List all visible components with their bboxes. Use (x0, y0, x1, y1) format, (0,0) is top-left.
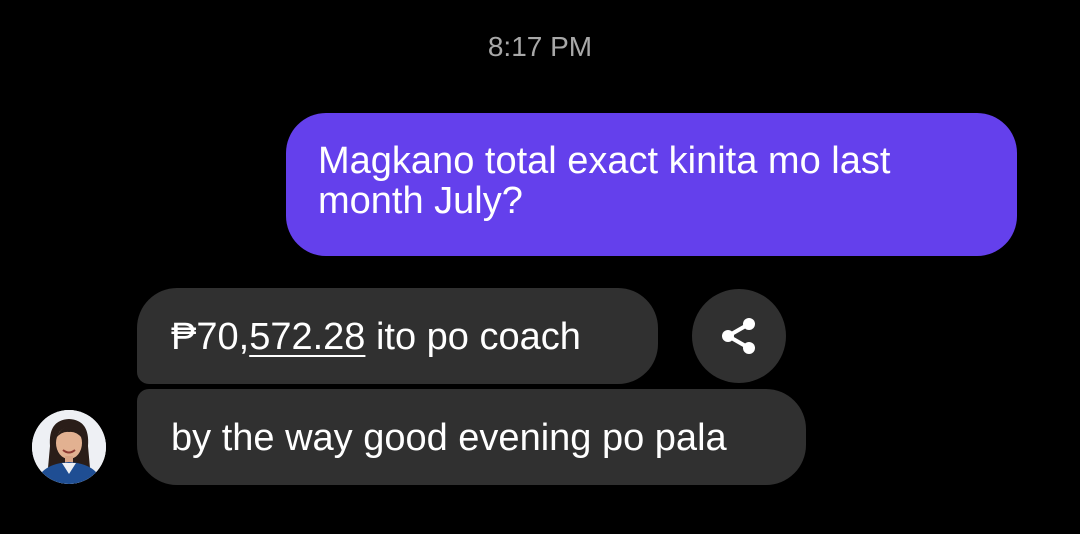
incoming-message-bubble[interactable]: by the way good evening po pala (137, 389, 806, 485)
amount-text: 70, (196, 316, 250, 358)
contact-avatar[interactable] (32, 410, 106, 484)
currency-symbol: ₱ (171, 316, 197, 358)
share-button[interactable] (692, 289, 786, 383)
incoming-message-bubble[interactable]: ₱70,572.28 ito po coach (137, 288, 658, 384)
message-suffix-text: ito po coach (365, 316, 581, 358)
amount-link[interactable]: 572.28 (249, 316, 365, 358)
outgoing-message-bubble[interactable]: Magkano total exact kinita mo last month… (286, 113, 1017, 256)
avatar-image (32, 410, 106, 484)
outgoing-message-text: Magkano total exact kinita mo last month… (318, 140, 891, 222)
incoming-message-text: by the way good evening po pala (171, 417, 727, 459)
message-timestamp: 8:17 PM (487, 31, 593, 62)
share-icon (722, 318, 755, 354)
